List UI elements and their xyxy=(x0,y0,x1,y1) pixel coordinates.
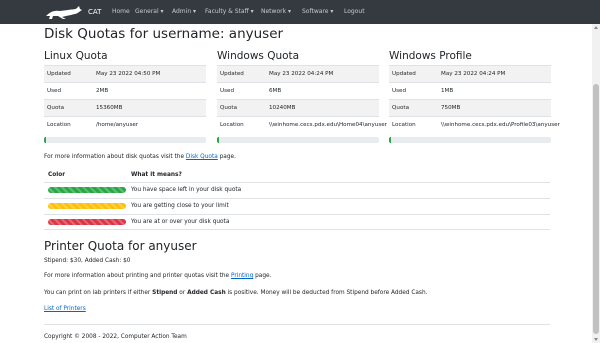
row-value: 10240MB xyxy=(269,105,296,111)
row-label: Updated xyxy=(47,71,71,77)
brand[interactable]: CAT xyxy=(44,3,101,21)
row-value: 6MB xyxy=(269,88,282,94)
row-label: Location xyxy=(392,122,416,128)
note-part: is positive. Money will be deducted from… xyxy=(225,290,428,296)
nav-home[interactable]: Home xyxy=(112,8,130,16)
nav-software[interactable]: Software ▾ xyxy=(302,8,333,16)
footer-divider xyxy=(44,324,550,325)
row-value: \\winhome.cecs.pdx.edu\Home04\anyuser xyxy=(269,122,387,128)
nav-logout[interactable]: Logout xyxy=(344,8,365,16)
row-value: /home/anyuser xyxy=(96,122,139,128)
usage-bar-fill xyxy=(389,137,391,143)
table-row: Used 6MB xyxy=(217,82,379,99)
footer-copyright: Copyright © 2008 - 2022, Computer Action… xyxy=(44,334,187,340)
legend-meaning-header: What it means? xyxy=(131,172,182,178)
legend-swatch-green xyxy=(48,187,126,193)
profile-usage-bar xyxy=(389,137,551,143)
row-value: May 23 2022 04:50 PM xyxy=(96,71,161,77)
linux-usage-bar xyxy=(44,137,206,143)
legend-desc: You are at or over your disk quota xyxy=(131,219,230,225)
printing-info-prefix: For more information about printing and … xyxy=(44,273,231,279)
legend-swatch-yellow xyxy=(48,203,126,209)
row-value: May 23 2022 04:24 PM xyxy=(269,71,334,77)
legend-header: Color What it means? xyxy=(44,168,550,182)
row-label: Used xyxy=(220,88,235,94)
legend-row: You have space left in your disk quota xyxy=(44,182,550,198)
scroll-thumb[interactable] xyxy=(593,84,599,334)
note-stipend: Stipend xyxy=(152,290,178,296)
page-scrollbar[interactable] xyxy=(592,24,600,343)
usage-bar-fill xyxy=(44,137,46,143)
printing-info-text: For more information about printing and … xyxy=(44,272,271,280)
disk-info-prefix: For more information about disk quotas v… xyxy=(44,154,186,160)
disk-quota-link[interactable]: Disk Quota xyxy=(186,154,218,160)
row-label: Used xyxy=(392,88,407,94)
nav-network[interactable]: Network ▾ xyxy=(261,8,291,16)
list-of-printers-link[interactable]: List of Printers xyxy=(44,305,86,313)
row-value: 750MB xyxy=(441,105,461,111)
nav-faculty-staff[interactable]: Faculty & Staff ▾ xyxy=(205,8,254,16)
note-part: or xyxy=(177,290,188,296)
windows-usage-bar xyxy=(217,137,379,143)
page-title: Disk Quotas for username: anyuser xyxy=(44,26,284,42)
navbar: CAT Home General ▾ Admin ▾ Faculty & Sta… xyxy=(0,0,600,24)
table-row: Quota 750MB xyxy=(389,99,551,116)
disk-info-text: For more information about disk quotas v… xyxy=(44,153,236,161)
row-label: Used xyxy=(47,88,62,94)
brand-text: CAT xyxy=(88,8,102,16)
row-value: 15360MB xyxy=(96,105,123,111)
nav-admin[interactable]: Admin ▾ xyxy=(172,8,196,16)
row-label: Location xyxy=(47,122,71,128)
legend-table: Color What it means? You have space left… xyxy=(44,168,550,230)
windows-profile-table: Updated May 23 2022 04:24 PM Used 1MB Quot… xyxy=(389,65,560,133)
note-part: You can print on lab printers if either xyxy=(44,290,153,296)
row-label: Quota xyxy=(392,105,409,111)
table-row: Location/home/anyuser xyxy=(44,116,206,133)
note-cash: Added Cash xyxy=(187,290,226,296)
windows-quota-table: Updated May 23 2022 04:24 PM Used 6MB Quot… xyxy=(217,65,387,133)
printing-link[interactable]: Printing xyxy=(231,273,253,279)
cat-logo-icon xyxy=(46,6,82,19)
row-value: 1MB xyxy=(441,88,454,94)
usage-bar-fill xyxy=(217,137,219,143)
windows-quota-title: Windows Quota xyxy=(217,50,300,62)
table-row: Location \\winhome.cecs.pdx.edu\Profile03… xyxy=(389,116,560,133)
printer-quota-title: Printer Quota for anyuser xyxy=(44,239,197,253)
row-value: May 23 2022 04:24 PM xyxy=(441,71,506,77)
legend-swatch-red xyxy=(48,219,126,225)
disk-info-suffix: page. xyxy=(217,154,236,160)
table-row: Updated May 23 2022 04:50 PM xyxy=(44,65,206,82)
scroll-down-icon[interactable] xyxy=(594,338,598,341)
legend-row: You are getting close to your limit xyxy=(44,198,550,214)
row-label: Updated xyxy=(220,71,244,77)
table-row: Used 1MB xyxy=(389,82,551,99)
legend-row: You are at or over your disk quota xyxy=(44,214,550,230)
row-label: Quota xyxy=(220,105,237,111)
nav-general[interactable]: General ▾ xyxy=(135,8,164,16)
table-row: Location \\winhome.cecs.pdx.edu\Home04\an… xyxy=(217,116,387,133)
table-row: Quota 10240MB xyxy=(217,99,379,116)
table-row: Used 2MB xyxy=(44,82,206,99)
row-label: Quota xyxy=(47,105,64,111)
printing-info-suffix: page. xyxy=(253,273,272,279)
stipend-text: Stipend: $30, Added Cash: $0 xyxy=(44,258,131,264)
scroll-up-icon[interactable] xyxy=(594,26,598,29)
table-row: Updated May 23 2022 04:24 PM xyxy=(389,65,551,82)
table-row: Quota 15360MB xyxy=(44,99,206,116)
row-label: Updated xyxy=(392,71,416,77)
legend-desc: You have space left in your disk quota xyxy=(131,187,242,193)
legend-desc: You are getting close to your limit xyxy=(131,203,229,209)
printing-note: You can print on lab printers if either … xyxy=(44,289,427,297)
row-label: Location xyxy=(220,122,244,128)
row-value: \\winhome.cecs.pdx.edu\Profile03\anyuser xyxy=(441,122,560,128)
windows-profile-title: Windows Profile xyxy=(389,50,472,62)
legend-color-header: Color xyxy=(48,172,66,178)
linux-quota-title: Linux Quota xyxy=(44,50,108,62)
linux-quota-table: Updated May 23 2022 04:50 PM Used 2MB Quot… xyxy=(44,65,206,133)
row-value: 2MB xyxy=(96,88,109,94)
table-row: Updated May 23 2022 04:24 PM xyxy=(217,65,379,82)
